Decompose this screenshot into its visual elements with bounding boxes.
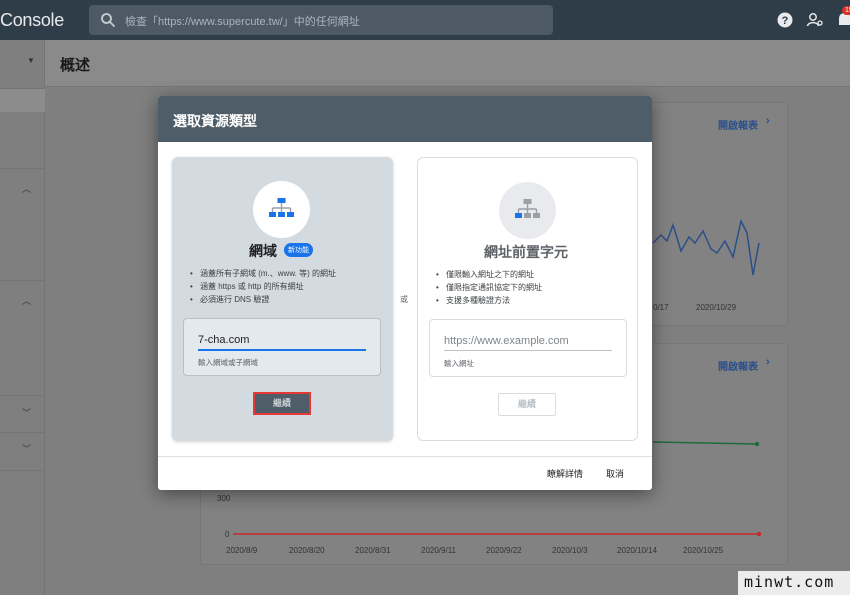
open-report-link[interactable]: 開啟報表 — [718, 358, 758, 373]
url-prefix-option-panel[interactable]: 網址前置字元 僅限輸入網址之下的網址 僅限指定通訊協定下的網址 支援多種驗證方法… — [417, 157, 638, 441]
url-prefix-input-container[interactable]: https://www.example.com 輸入網址 — [429, 319, 627, 377]
x-tick-label: 2020/8/20 — [289, 546, 325, 555]
sidebar-divider — [0, 395, 45, 396]
domain-input-container[interactable]: 7-cha.com 輸入網域或子網域 — [183, 318, 381, 376]
sidebar-divider — [0, 168, 45, 169]
domain-title: 網域 — [249, 243, 277, 259]
url-prefix-title: 網址前置字元 — [484, 244, 568, 260]
chart-x-axis-labels: 2020/8/9 2020/8/20 2020/8/31 2020/9/11 2… — [201, 546, 789, 558]
sidebar: ▼ ︿ ︿ ﹀ ﹀ — [0, 40, 45, 595]
x-tick-label: 2020/9/11 — [421, 546, 456, 555]
chevron-down-icon[interactable]: ﹀ — [22, 442, 31, 455]
url-prefix-continue-button[interactable]: 繼續 — [498, 393, 556, 416]
learn-more-button[interactable]: 瞭解詳情 — [547, 467, 583, 480]
url-prefix-feature-list: 僅限輸入網址之下的網址 僅限指定通訊協定下的網址 支援多種驗證方法 — [436, 268, 542, 307]
dialog-title: 選取資源類型 — [173, 113, 257, 129]
domain-input[interactable]: 7-cha.com — [198, 334, 366, 351]
x-tick-label: 2020/10/14 — [617, 546, 658, 555]
search-box[interactable]: 檢查「https://www.supercute.tw/」中的任何網址 — [89, 5, 553, 35]
domain-feature-list: 涵蓋所有子網域 (m.、www. 等) 的網址 涵蓋 https 或 http … — [190, 267, 336, 306]
svg-text:?: ? — [782, 15, 789, 27]
x-tick-label: 2020/10/25 — [683, 546, 724, 555]
search-placeholder: 檢查「https://www.supercute.tw/」中的任何網址 — [125, 16, 360, 28]
performance-line-chart — [653, 218, 760, 276]
x-tick-label: 2020/10/3 — [552, 546, 588, 555]
coverage-line-valid — [653, 441, 760, 447]
x-tick-label: 2020/10/29 — [696, 303, 737, 312]
or-divider-text: 或 — [400, 295, 408, 304]
chevron-down-icon[interactable]: ﹀ — [22, 406, 31, 419]
manage-users-icon[interactable] — [806, 11, 824, 29]
top-bar: Console 檢查「https://www.supercute.tw/」中的任… — [0, 0, 850, 40]
property-dropdown-icon[interactable]: ▼ — [27, 56, 35, 65]
url-prefix-input-hint: 輸入網址 — [444, 359, 474, 368]
sitemap-icon — [269, 198, 294, 217]
y-tick-label: 300 — [217, 494, 231, 503]
sidebar-divider — [0, 432, 45, 433]
sitemap-icon — [515, 199, 540, 218]
prefix-circle — [499, 182, 556, 239]
open-report-link[interactable]: 開啟報表 — [718, 117, 758, 132]
x-tick-label: 2020/8/31 — [355, 546, 391, 555]
search-icon — [101, 13, 116, 28]
sidebar-divider — [0, 280, 45, 281]
select-property-type-dialog: 選取資源類型 網域 新功能 涵蓋所有子網域 (m.、www. 等) 的網址 涵蓋… — [158, 96, 652, 490]
domain-circle — [253, 181, 310, 238]
list-item: 支援多種驗證方法 — [436, 294, 542, 307]
x-tick-label: 2020/9/22 — [486, 546, 522, 555]
domain-option-panel[interactable]: 網域 新功能 涵蓋所有子網域 (m.、www. 等) 的網址 涵蓋 https … — [172, 157, 393, 441]
dialog-footer-divider — [158, 456, 652, 457]
domain-continue-button[interactable]: 繼續 — [253, 392, 311, 415]
cancel-button[interactable]: 取消 — [606, 467, 624, 480]
coverage-line-error — [233, 531, 762, 537]
chevron-up-icon[interactable]: ︿ — [22, 182, 31, 195]
x-tick-label: 2020/8/9 — [226, 546, 258, 555]
help-icon[interactable]: ? — [776, 11, 794, 29]
url-prefix-input[interactable]: https://www.example.com — [444, 335, 612, 351]
notification-count-badge: 15 — [842, 6, 850, 15]
chevron-right-icon[interactable]: › — [766, 356, 770, 368]
page-header: 概述 — [45, 40, 850, 87]
domain-input-hint: 輸入網域或子網域 — [198, 358, 258, 367]
y-tick-label: 0 — [225, 530, 230, 539]
list-item: 僅限指定通訊協定下的網址 — [436, 281, 542, 294]
watermark: minwt.com — [738, 571, 850, 595]
list-item: 僅限輸入網址之下的網址 — [436, 268, 542, 281]
new-feature-badge: 新功能 — [284, 243, 313, 257]
list-item: 涵蓋所有子網域 (m.、www. 等) 的網址 — [190, 267, 336, 280]
x-tick-label: 0/17 — [653, 303, 669, 312]
page-title: 概述 — [60, 57, 91, 74]
sidebar-divider — [0, 470, 45, 471]
list-item: 必須進行 DNS 驗證 — [190, 293, 336, 306]
list-item: 涵蓋 https 或 http 的所有網址 — [190, 280, 336, 293]
dialog-header: 選取資源類型 — [158, 96, 652, 142]
app-title: Console — [0, 10, 64, 30]
sidebar-selected-item[interactable] — [0, 88, 45, 112]
chevron-right-icon[interactable]: › — [766, 115, 770, 127]
chevron-up-icon[interactable]: ︿ — [22, 294, 31, 307]
